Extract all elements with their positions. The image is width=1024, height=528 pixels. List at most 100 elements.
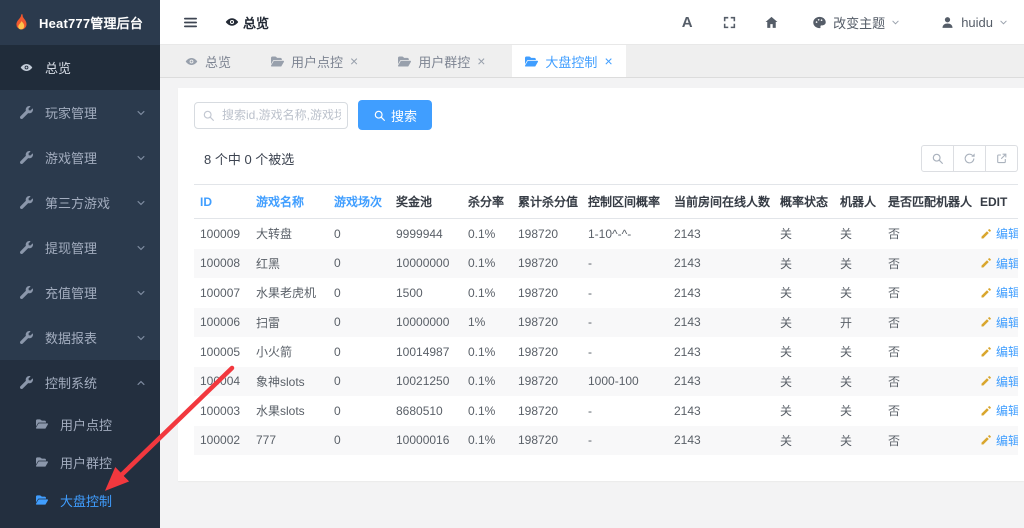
breadcrumb-label: 总览 — [243, 13, 269, 32]
tab-close-icon[interactable]: × — [604, 54, 612, 68]
column-header-edit: EDIT — [974, 185, 1018, 219]
table-row: 100009大转盘099999440.1%1987201-10^-^-2143关… — [194, 219, 1018, 249]
table-card: 搜索 8 个中 0 个被选 ID游戏名称游戏场次奖金池杀分率累计杀分值控制区间概… — [178, 88, 1024, 481]
table-export-button[interactable] — [985, 145, 1018, 172]
pencil-icon — [980, 346, 992, 358]
sidebar-item-user-group-control[interactable]: 用户群控 — [0, 443, 160, 481]
edit-link-label: 编辑 — [996, 284, 1018, 301]
app-title: Heat777管理后台 — [39, 13, 143, 32]
cell-kill-rate: 0.1% — [462, 367, 512, 397]
fullscreen-icon[interactable] — [708, 14, 750, 31]
home-icon[interactable] — [750, 14, 792, 31]
cell-match-robot: 否 — [882, 219, 974, 249]
sidebar-item-third-party-games[interactable]: 第三方游戏 — [0, 180, 160, 225]
cell-control-range: - — [582, 337, 668, 367]
tab-dashboard-control[interactable]: 大盘控制 × — [512, 45, 625, 77]
cell-game-name: 水果老虎机 — [250, 278, 328, 308]
pencil-icon — [980, 228, 992, 240]
sidebar-item-withdrawal-management[interactable]: 提现管理 — [0, 225, 160, 270]
cell-game-name: 水果slots — [250, 396, 328, 426]
cell-room-online: 2143 — [668, 426, 774, 456]
sidebar-item-player-management[interactable]: 玩家管理 — [0, 90, 160, 135]
cell-prob-status: 关 — [774, 278, 834, 308]
edit-link[interactable]: 编辑 — [980, 432, 1018, 449]
edit-link[interactable]: 编辑 — [980, 343, 1018, 360]
chevron-up-icon — [136, 378, 146, 388]
tab-overview[interactable]: 总览 — [172, 45, 244, 77]
cell-game-name: 777 — [250, 426, 328, 456]
user-dropdown[interactable]: huidu — [940, 15, 1008, 30]
cell-control-range: - — [582, 249, 668, 279]
search-button[interactable]: 搜索 — [358, 100, 432, 130]
cell-match-robot: 否 — [882, 308, 974, 338]
search-button-label: 搜索 — [391, 106, 417, 125]
edit-link-label: 编辑 — [996, 225, 1018, 242]
column-header-prob-status: 概率状态 — [774, 185, 834, 219]
edit-link-label: 编辑 — [996, 373, 1018, 390]
sidebar-item-user-point-control[interactable]: 用户点控 — [0, 405, 160, 443]
sidebar-item-data-reports[interactable]: 数据报表 — [0, 315, 160, 360]
cell-id: 100003 — [194, 396, 250, 426]
sidebar-item-dashboard-control[interactable]: 大盘控制 — [0, 481, 160, 519]
edit-link[interactable]: 编辑 — [980, 402, 1018, 419]
sidebar-item-recharge-management[interactable]: 充值管理 — [0, 270, 160, 315]
tab-user-point-control[interactable]: 用户点控× — [258, 45, 371, 77]
eye-icon — [20, 61, 33, 74]
table-row: 100004象神slots0100212500.1%1987201000-100… — [194, 367, 1018, 397]
cell-game-name: 小火箭 — [250, 337, 328, 367]
column-header-game-name[interactable]: 游戏名称 — [250, 185, 328, 219]
edit-link[interactable]: 编辑 — [980, 314, 1018, 331]
chevron-down-icon — [136, 198, 146, 208]
folder-icon — [398, 55, 411, 68]
pencil-icon — [980, 375, 992, 387]
edit-link[interactable]: 编辑 — [980, 284, 1018, 301]
cell-robot: 关 — [834, 367, 882, 397]
cell-kill-total: 198720 — [512, 396, 582, 426]
eye-icon — [225, 15, 239, 29]
cell-kill-total: 198720 — [512, 219, 582, 249]
theme-dropdown[interactable]: 改变主题 — [812, 13, 900, 32]
font-size-icon[interactable]: A — [666, 14, 708, 31]
tab-bar: 总览 用户点控× 用户群控× 大盘控制 × — [160, 45, 1024, 78]
cell-prize-pool: 10000016 — [390, 426, 462, 456]
chevron-down-icon — [136, 288, 146, 298]
pencil-icon — [980, 434, 992, 446]
sidebar-item-control-system[interactable]: 控制系统 — [0, 360, 160, 405]
table-refresh-button[interactable] — [953, 145, 986, 172]
wrench-icon — [20, 241, 33, 254]
table-search-button[interactable] — [921, 145, 954, 172]
cell-control-range: 1000-100 — [582, 367, 668, 397]
cell-match-robot: 否 — [882, 367, 974, 397]
wrench-icon — [20, 331, 33, 344]
tab-user-group-control[interactable]: 用户群控× — [385, 45, 498, 77]
edit-link[interactable]: 编辑 — [980, 255, 1018, 272]
pencil-icon — [980, 405, 992, 417]
menu-toggle-icon[interactable] — [182, 14, 199, 31]
folder-icon — [525, 55, 538, 68]
cell-robot: 关 — [834, 337, 882, 367]
edit-link[interactable]: 编辑 — [980, 225, 1018, 242]
table-row: 100005小火箭0100149870.1%198720-2143关关否编辑 — [194, 337, 1018, 367]
column-header-game-session[interactable]: 游戏场次 — [328, 185, 390, 219]
tab-close-icon[interactable]: × — [477, 54, 485, 68]
edit-link-label: 编辑 — [996, 255, 1018, 272]
chevron-down-icon — [136, 153, 146, 163]
tab-label: 大盘控制 — [545, 52, 597, 71]
cell-game-session: 0 — [328, 396, 390, 426]
column-header-room-online: 当前房间在线人数 — [668, 185, 774, 219]
tab-close-icon[interactable]: × — [350, 54, 358, 68]
sidebar-item-overview[interactable]: 总览 — [0, 45, 160, 90]
cell-robot: 关 — [834, 278, 882, 308]
cell-kill-rate: 1% — [462, 308, 512, 338]
sidebar-item-label: 充值管理 — [45, 283, 124, 302]
cell-kill-rate: 0.1% — [462, 396, 512, 426]
selection-summary-row: 8 个中 0 个被选 — [194, 145, 1018, 172]
search-input[interactable] — [194, 102, 348, 129]
column-header-id[interactable]: ID — [194, 185, 250, 219]
chevron-down-icon — [136, 333, 146, 343]
cell-room-online: 2143 — [668, 308, 774, 338]
sidebar-item-game-management[interactable]: 游戏管理 — [0, 135, 160, 180]
tab-label: 总览 — [205, 52, 231, 71]
edit-link[interactable]: 编辑 — [980, 373, 1018, 390]
cell-game-name: 红黑 — [250, 249, 328, 279]
